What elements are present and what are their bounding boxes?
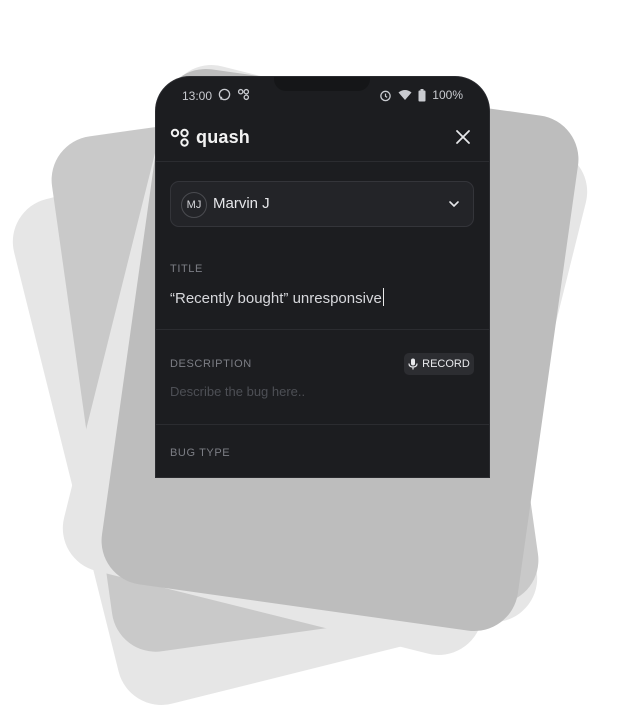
- phone-screen: 13:00 100% quash MJ Marvin J TITLE “Rece…: [156, 77, 489, 477]
- alarm-icon: [380, 90, 392, 101]
- description-placeholder: Describe the bug here..: [170, 384, 306, 399]
- bug-type-label: BUG TYPE: [170, 447, 231, 459]
- reporter-select[interactable]: MJ Marvin J: [170, 181, 474, 227]
- logo-text: quash: [196, 127, 251, 147]
- whatsapp-icon: [218, 88, 231, 101]
- avatar: MJ: [181, 192, 207, 218]
- text-caret: [382, 288, 385, 306]
- close-icon[interactable]: [453, 127, 473, 147]
- quash-small-icon: [237, 88, 250, 101]
- reporter-name: Marvin J: [213, 195, 270, 212]
- quash-logo: quash: [170, 127, 250, 148]
- microphone-icon: [408, 358, 418, 370]
- status-bar: 13:00 100%: [156, 77, 489, 113]
- app-header: quash: [156, 113, 489, 162]
- record-button[interactable]: RECORD: [404, 353, 474, 375]
- description-label: DESCRIPTION: [170, 358, 252, 370]
- battery-icon: [418, 88, 426, 101]
- quash-logo-icon: [170, 128, 189, 147]
- status-time: 13:00: [182, 89, 213, 103]
- wifi-icon: [398, 90, 412, 100]
- description-input[interactable]: Describe the bug here..: [170, 384, 305, 399]
- title-label: TITLE: [170, 263, 203, 275]
- divider: [156, 424, 489, 425]
- divider: [156, 329, 489, 330]
- battery-level: 100%: [432, 88, 463, 102]
- title-input-value: “Recently bought” unresponsive: [170, 290, 382, 307]
- chevron-down-icon: [449, 201, 459, 208]
- title-input[interactable]: “Recently bought” unresponsive: [170, 288, 385, 307]
- record-label: RECORD: [422, 358, 470, 370]
